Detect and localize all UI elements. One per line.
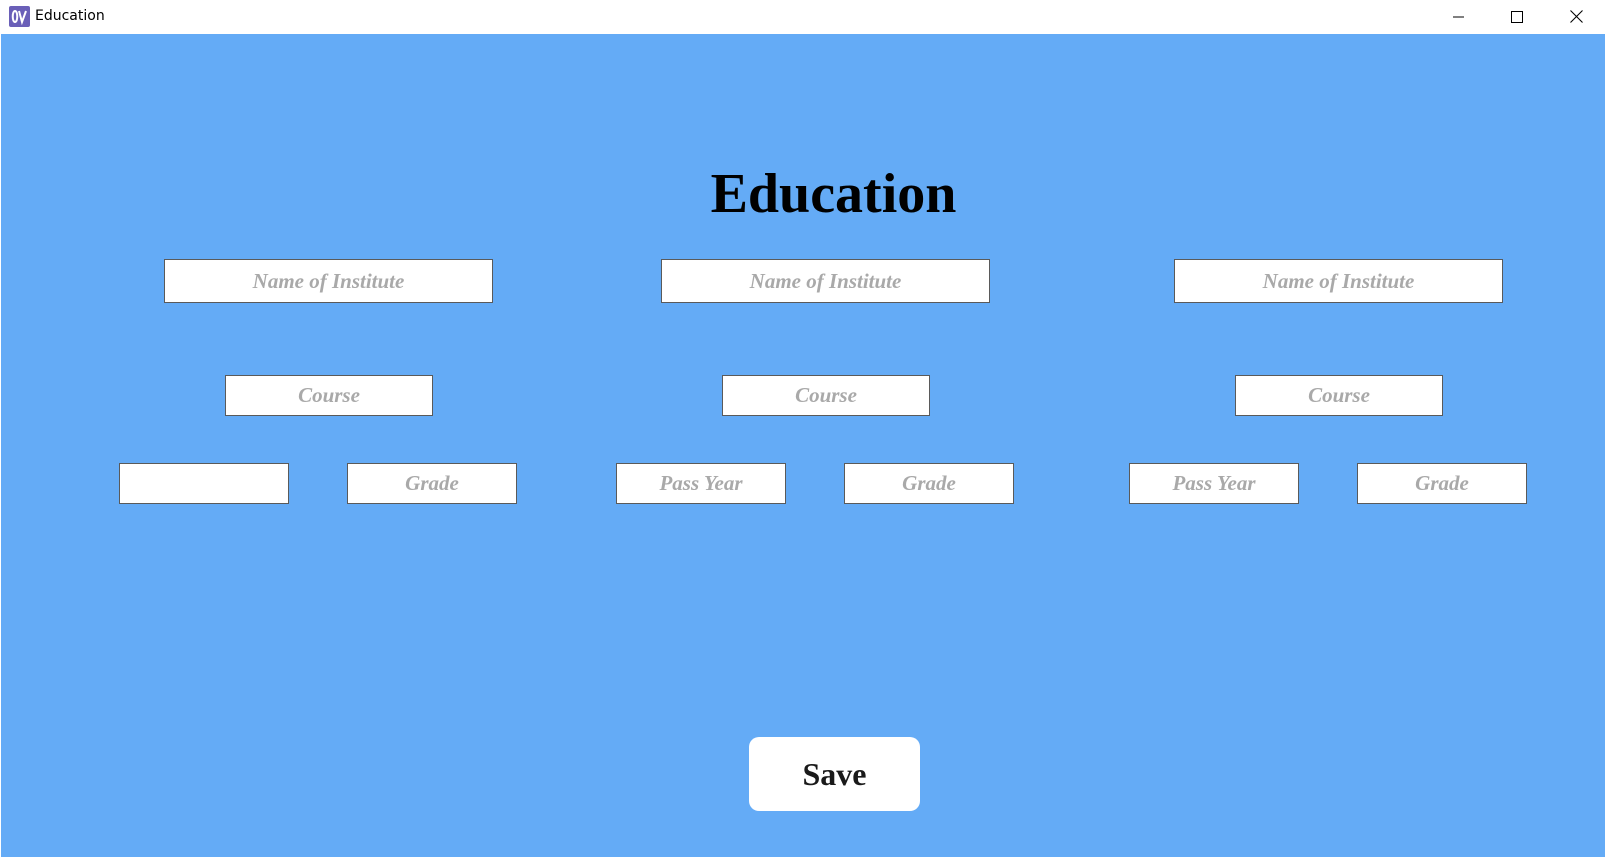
course-input-3[interactable] bbox=[1235, 375, 1443, 416]
maximize-icon bbox=[1511, 10, 1523, 23]
minimize-icon bbox=[1453, 16, 1464, 17]
app-logo-icon bbox=[9, 6, 30, 27]
close-button[interactable] bbox=[1553, 0, 1599, 33]
page-heading: Education bbox=[710, 163, 957, 225]
institute-name-input-1[interactable] bbox=[164, 259, 493, 303]
close-icon bbox=[1569, 10, 1583, 23]
grade-input-2[interactable] bbox=[844, 463, 1014, 504]
education-form: Education Save bbox=[1, 34, 1605, 857]
course-input-2[interactable] bbox=[722, 375, 930, 416]
minimize-button[interactable] bbox=[1436, 0, 1482, 33]
pass-year-input-1[interactable] bbox=[119, 463, 289, 504]
institute-name-input-2[interactable] bbox=[661, 259, 990, 303]
grade-input-1[interactable] bbox=[347, 463, 517, 504]
title-bar: Education bbox=[0, 0, 1605, 34]
window-title: Education bbox=[35, 8, 105, 24]
course-input-1[interactable] bbox=[225, 375, 433, 416]
grade-input-3[interactable] bbox=[1357, 463, 1527, 504]
institute-name-input-3[interactable] bbox=[1174, 259, 1503, 303]
maximize-button[interactable] bbox=[1494, 0, 1540, 33]
pass-year-input-3[interactable] bbox=[1129, 463, 1299, 504]
save-button[interactable]: Save bbox=[749, 737, 920, 811]
pass-year-input-2[interactable] bbox=[616, 463, 786, 504]
